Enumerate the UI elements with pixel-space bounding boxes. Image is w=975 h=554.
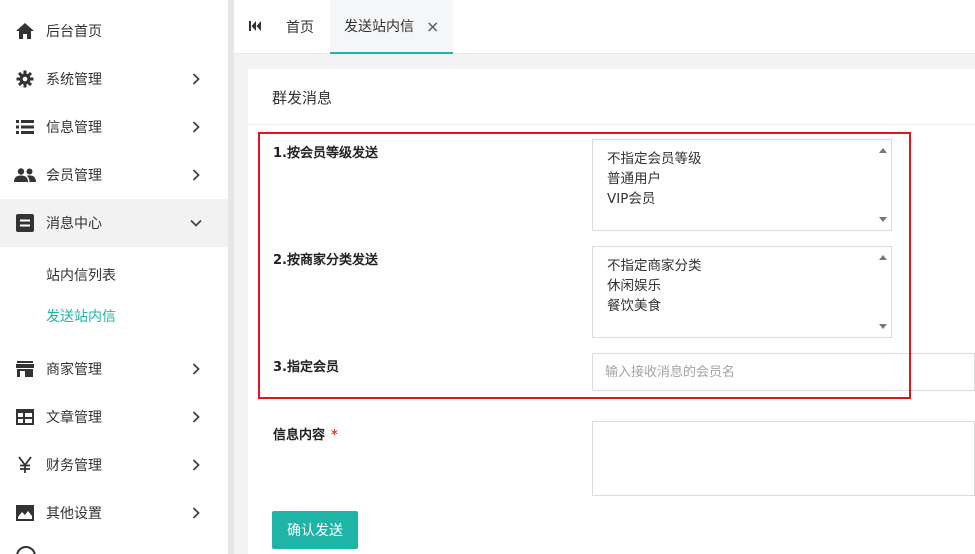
list-icon: [14, 116, 36, 138]
sidebar-item-articles[interactable]: 文章管理: [0, 393, 228, 441]
first-page-icon[interactable]: [248, 20, 264, 34]
chevron-right-icon: [188, 119, 204, 135]
merchant-category-label: 2.按商家分类发送: [273, 253, 378, 268]
sidebar: 后台首页 系统管理 信息管理 会员管理 消息中心 站内信列表 发送站内信 商家管…: [0, 0, 234, 554]
partial-icon: [16, 546, 36, 554]
merchant-category-select[interactable]: 不指定商家分类 休闲娱乐 餐饮美食: [592, 246, 892, 338]
tab-label: 发送站内信: [344, 19, 414, 35]
required-mark: *: [331, 428, 338, 443]
message-icon: [14, 212, 36, 234]
gear-icon: [14, 68, 36, 90]
sidebar-item-info[interactable]: 信息管理: [0, 103, 228, 151]
sidebar-subitem-message-list[interactable]: 站内信列表: [46, 265, 116, 285]
tab-label: 首页: [286, 20, 314, 36]
sidebar-item-label: 信息管理: [46, 120, 102, 136]
chevron-right-icon: [188, 167, 204, 183]
tab-bar: 首页 发送站内信 ×: [234, 0, 975, 54]
sidebar-item-other-settings[interactable]: 其他设置: [0, 489, 228, 537]
users-icon: [14, 164, 36, 186]
sidebar-item-home[interactable]: 后台首页: [0, 7, 228, 55]
scroll-down-icon[interactable]: [879, 217, 887, 222]
card-title: 群发消息: [272, 89, 333, 107]
chevron-right-icon: [188, 409, 204, 425]
scroll-down-icon[interactable]: [879, 324, 887, 329]
article-icon: [14, 406, 36, 428]
sidebar-item-finance[interactable]: 财务管理: [0, 441, 228, 489]
sidebar-item-label: 后台首页: [46, 24, 102, 40]
sidebar-item-system[interactable]: 系统管理: [0, 55, 228, 103]
sidebar-item-members[interactable]: 会员管理: [0, 151, 228, 199]
submit-button[interactable]: 确认发送: [272, 511, 358, 549]
content-label: 信息内容 *: [273, 424, 338, 443]
sidebar-subitem-send-message[interactable]: 发送站内信: [46, 306, 116, 326]
sidebar-item-label: 商家管理: [46, 362, 102, 378]
tab-send-message[interactable]: 发送站内信 ×: [330, 0, 454, 54]
member-level-option[interactable]: VIP会员: [607, 187, 655, 207]
home-icon: [14, 20, 36, 42]
merchant-category-option[interactable]: 不指定商家分类: [607, 254, 702, 274]
chevron-right-icon: [188, 457, 204, 473]
store-icon: [14, 358, 36, 380]
sidebar-item-label: 其他设置: [46, 506, 102, 522]
member-name-input[interactable]: [592, 353, 975, 391]
scroll-up-icon[interactable]: [879, 255, 887, 260]
image-icon: [14, 502, 36, 524]
member-level-option[interactable]: 普通用户: [607, 167, 661, 187]
sidebar-item-label: 系统管理: [46, 72, 102, 88]
specific-member-label: 3.指定会员: [273, 360, 339, 375]
sidebar-scrollbar[interactable]: [228, 0, 234, 554]
chevron-right-icon: [188, 505, 204, 521]
sidebar-item-label: 会员管理: [46, 168, 102, 184]
scroll-up-icon[interactable]: [879, 148, 887, 153]
merchant-category-option[interactable]: 休闲娱乐: [607, 274, 661, 294]
content-label-text: 信息内容: [273, 428, 326, 443]
member-level-label: 1.按会员等级发送: [273, 146, 378, 161]
member-level-select[interactable]: 不指定会员等级 普通用户 VIP会员: [592, 139, 892, 231]
sidebar-item-messages[interactable]: 消息中心: [0, 199, 234, 247]
card-header: 群发消息: [248, 69, 975, 125]
merchant-category-option[interactable]: 餐饮美食: [607, 294, 661, 314]
sidebar-item-label: 消息中心: [46, 216, 102, 232]
sidebar-item-label: 文章管理: [46, 410, 102, 426]
chevron-right-icon: [188, 361, 204, 377]
close-icon[interactable]: ×: [426, 17, 439, 36]
sidebar-item-label: 财务管理: [46, 458, 102, 474]
chevron-down-icon: [188, 215, 204, 231]
content-textarea[interactable]: [592, 421, 975, 496]
yen-icon: [14, 454, 36, 476]
tab-home[interactable]: 首页: [286, 0, 314, 54]
sidebar-item-merchants[interactable]: 商家管理: [0, 345, 228, 393]
chevron-right-icon: [188, 71, 204, 87]
member-level-option[interactable]: 不指定会员等级: [607, 147, 702, 167]
